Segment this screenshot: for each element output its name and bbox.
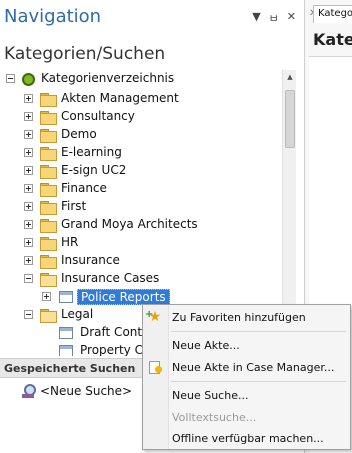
folder-icon [40,93,57,107]
menu-item-label: Neue Suche... [172,389,249,402]
scroll-thumb[interactable] [285,90,295,148]
tree-item-label: Insurance Cases [61,271,160,285]
folder-icon [40,237,57,251]
tree-item-label: Draft Contr [80,325,148,339]
saved-search-icon [22,384,36,398]
navigation-title: Navigation [4,6,102,27]
tree-item-label: E-sign UC2 [61,163,127,177]
folder-icon [40,219,57,233]
expand-icon[interactable] [24,130,33,139]
expand-icon[interactable] [24,112,33,121]
folder-icon [40,165,57,179]
expand-icon[interactable] [24,166,33,175]
folder-open-icon [40,273,57,287]
folder-icon [40,111,57,125]
tree-item-label: E-learning [61,145,122,159]
case-manager-icon [149,361,162,374]
folder-icon [40,183,57,197]
add-favorite-icon: ★ [145,307,163,325]
menu-item-new-file[interactable]: Neue Akte... [143,335,350,355]
tree-item-label: Grand Moya Architects [61,217,198,231]
collapse-icon[interactable] [24,274,33,283]
menu-item-make-offline[interactable]: Offline verfügbar machen... [143,428,350,448]
folder-icon [40,147,57,161]
new-search-label: <Neue Suche> [40,384,133,398]
expand-icon[interactable] [42,292,51,301]
folder-icon [40,255,57,269]
close-icon[interactable]: ✕ [287,10,296,26]
expand-icon[interactable] [24,238,33,247]
section-title: Kategorien/Suchen [4,44,166,64]
menu-item-label: Offline verfügbar machen... [172,432,324,445]
folder-icon [40,129,57,143]
tree-item-label: Insurance [61,253,120,267]
expand-icon[interactable] [24,184,33,193]
expand-icon[interactable] [24,202,33,211]
folder-open-icon [40,309,57,323]
pane-dropdown-icon[interactable]: ▼ [252,10,260,26]
expand-icon[interactable] [24,220,33,229]
tree-item-label: Property Co [80,343,151,356]
menu-separator [171,381,346,382]
menu-item-add-favorite[interactable]: ★ Zu Favoriten hinzufügen [143,307,350,327]
document-tab[interactable]: Katego [313,5,352,23]
menu-item-label: Volltextsuche... [172,411,257,424]
expand-icon[interactable] [24,148,33,157]
catalog-root-icon [22,73,35,86]
tree-item-label: Demo [61,127,97,141]
menu-item-new-file-case-manager[interactable]: Neue Akte in Case Manager... [143,357,350,377]
document-folder-icon [59,345,73,356]
tree-root-label: Kategorienverzeichnis [41,71,175,85]
tree-item-label: HR [61,235,79,249]
context-menu: ★ Zu Favoriten hinzufügen Neue Akte... N… [142,304,351,450]
document-folder-icon [59,327,73,339]
scroll-up-icon[interactable]: ▲ [283,70,297,84]
tree-item-label: Finance [61,181,107,195]
tree-item-label: First [61,199,87,213]
tree-item-label: Consultancy [61,109,135,123]
tree-item-label: Police Reports [77,289,170,305]
menu-item-label: Zu Favoriten hinzufügen [172,311,306,324]
tree-item-label: Akten Management [61,91,179,105]
collapse-icon[interactable] [24,310,33,319]
menu-item-label: Neue Akte in Case Manager... [172,361,335,374]
collapse-icon[interactable] [6,74,15,83]
new-search-item[interactable]: <Neue Suche> [22,382,132,400]
expand-icon[interactable] [24,94,33,103]
pin-icon[interactable]: ㅂ [269,10,279,26]
tree-item-label: Legal [61,307,94,321]
menu-item-label: Neue Akte... [172,339,240,352]
expand-icon[interactable] [24,256,33,265]
content-heading: Katego [313,30,352,49]
menu-item-fulltext-search: Volltextsuche... [143,407,350,427]
document-folder-icon [59,291,73,303]
menu-separator [171,331,346,332]
pane-controls: ▼ ㅂ ✕ [252,10,296,26]
folder-icon [40,201,57,215]
menu-item-new-search[interactable]: Neue Suche... [143,385,350,405]
